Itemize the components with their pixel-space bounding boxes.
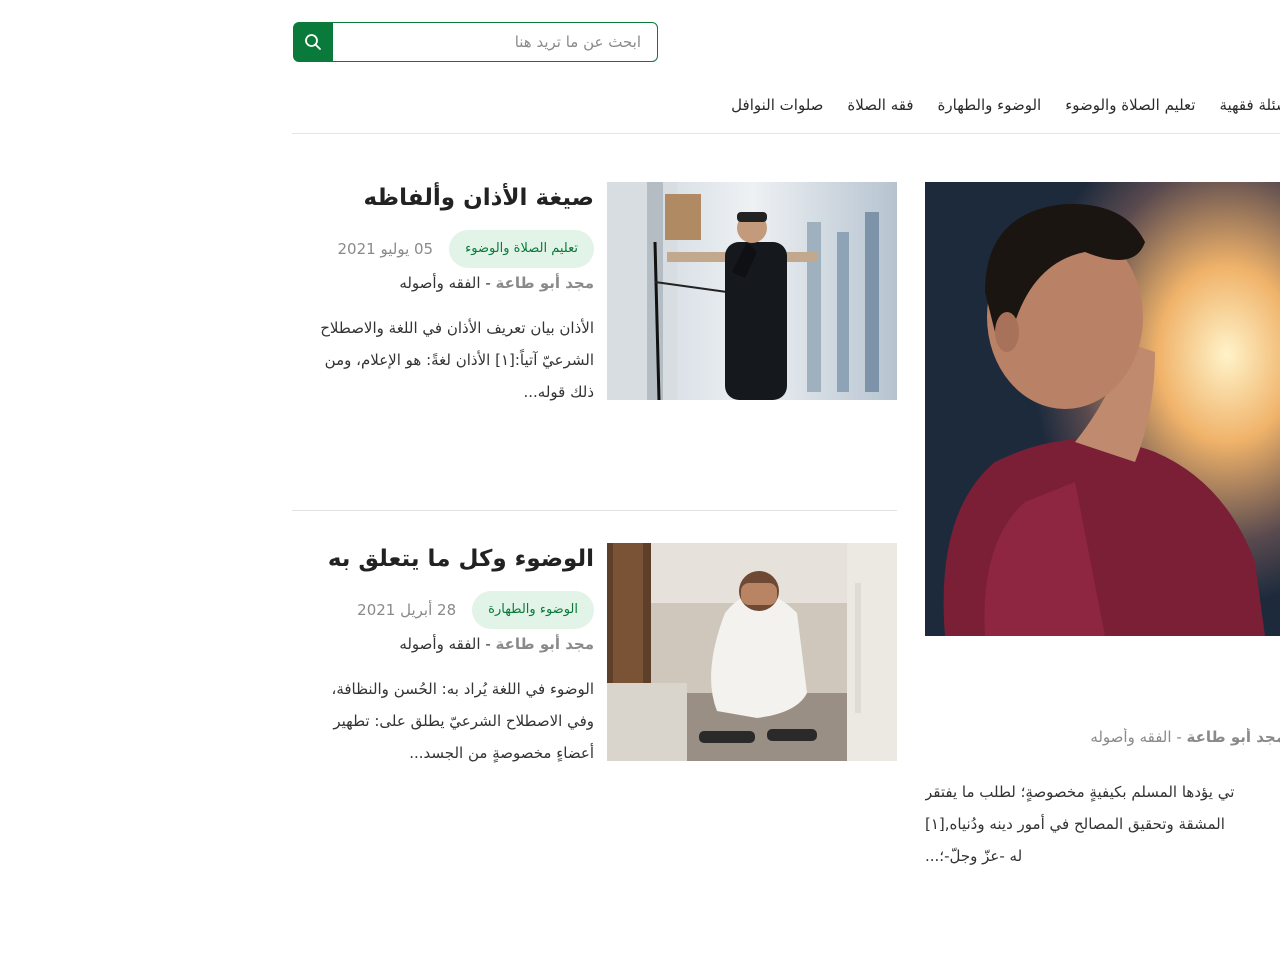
featured-excerpt: تي يؤدها المسلم بكيفيةٍ مخصوصةٍ؛ لطلب ما…	[925, 776, 1280, 876]
featured-author-separator: -	[1171, 728, 1187, 746]
article-text: صيغة الأذان وألفاظه تعليم الصلاة والوضوء…	[308, 182, 594, 408]
article-text: الوضوء وكل ما يتعلق به الوضوء والطهارة 2…	[308, 543, 594, 769]
search-button[interactable]	[293, 22, 333, 62]
article-image[interactable]	[607, 182, 897, 400]
article-title[interactable]: صيغة الأذان وألفاظه	[308, 182, 594, 214]
article-meta: الوضوء والطهارة 28 أبريل 2021	[308, 591, 594, 629]
nav-item-wudu-tahara[interactable]: الوضوء والطهارة	[938, 96, 1042, 114]
main-nav: صلوات النوافل فقه الصلاة الوضوء والطهارة…	[292, 88, 1280, 134]
article-meta: تعليم الصلاة والوضوء 05 يوليو 2021	[308, 230, 594, 268]
article-section[interactable]: الفقه وأصوله	[399, 635, 480, 653]
featured-image[interactable]	[925, 182, 1280, 636]
author-separator: -	[480, 635, 496, 653]
article-image[interactable]	[607, 543, 897, 761]
nav-track: صلوات النوافل فقه الصلاة الوضوء والطهارة…	[731, 96, 1280, 114]
nav-item-fiqh-salah[interactable]: فقه الصلاة	[847, 96, 913, 114]
nav-item-learn-salah[interactable]: تعليم الصلاة والوضوء	[1065, 96, 1195, 114]
author-line: مجد أبو طاعة - الفقه وأصوله	[308, 274, 594, 292]
article-excerpt: الوضوء في اللغة يُراد به: الحُسن والنظاف…	[331, 680, 594, 762]
author-name[interactable]: مجد أبو طاعة	[496, 274, 595, 292]
article-section[interactable]: الفقه وأصوله	[399, 274, 480, 292]
featured-section[interactable]: الفقه وأصوله	[1090, 728, 1171, 746]
search-input[interactable]	[333, 22, 658, 62]
search-icon	[305, 34, 321, 50]
author-separator: -	[480, 274, 496, 292]
articles-divider	[292, 510, 897, 511]
featured-author-line: مجد أبو طاعة - الفقه وأصوله	[925, 728, 1280, 746]
search-bar	[293, 22, 658, 62]
article-date: 28 أبريل 2021	[357, 601, 457, 619]
article-title[interactable]: الوضوء وكل ما يتعلق به	[308, 543, 594, 575]
article-card: الوضوء وكل ما يتعلق به الوضوء والطهارة 2…	[292, 543, 897, 803]
featured-author-name[interactable]: مجد أبو طاعة	[1187, 728, 1280, 746]
article-date: 05 يوليو 2021	[337, 240, 434, 258]
nav-item-fatawa[interactable]: فتاوى وأسئلة فقهية	[1219, 96, 1280, 114]
article-excerpt: الأذان بيان تعريف الأذان في اللغة والاصط…	[320, 319, 594, 401]
featured-excerpt-line: له -عزّ وجلّ-؛...	[925, 847, 1023, 865]
featured-excerpt-line: تي يؤدها المسلم بكيفيةٍ مخصوصةٍ؛ لطلب ما…	[925, 783, 1235, 801]
author-name[interactable]: مجد أبو طاعة	[496, 635, 595, 653]
category-badge[interactable]: تعليم الصلاة والوضوء	[449, 230, 594, 268]
author-line: مجد أبو طاعة - الفقه وأصوله	[308, 635, 594, 653]
featured-excerpt-line: المشقة وتحقيق المصالح في أمور دينه ودُني…	[925, 815, 1225, 833]
nav-item-nawafil[interactable]: صلوات النوافل	[731, 96, 823, 114]
category-badge[interactable]: الوضوء والطهارة	[472, 591, 594, 629]
article-card: صيغة الأذان وألفاظه تعليم الصلاة والوضوء…	[292, 182, 897, 442]
featured-title[interactable]: ها	[925, 660, 1280, 696]
